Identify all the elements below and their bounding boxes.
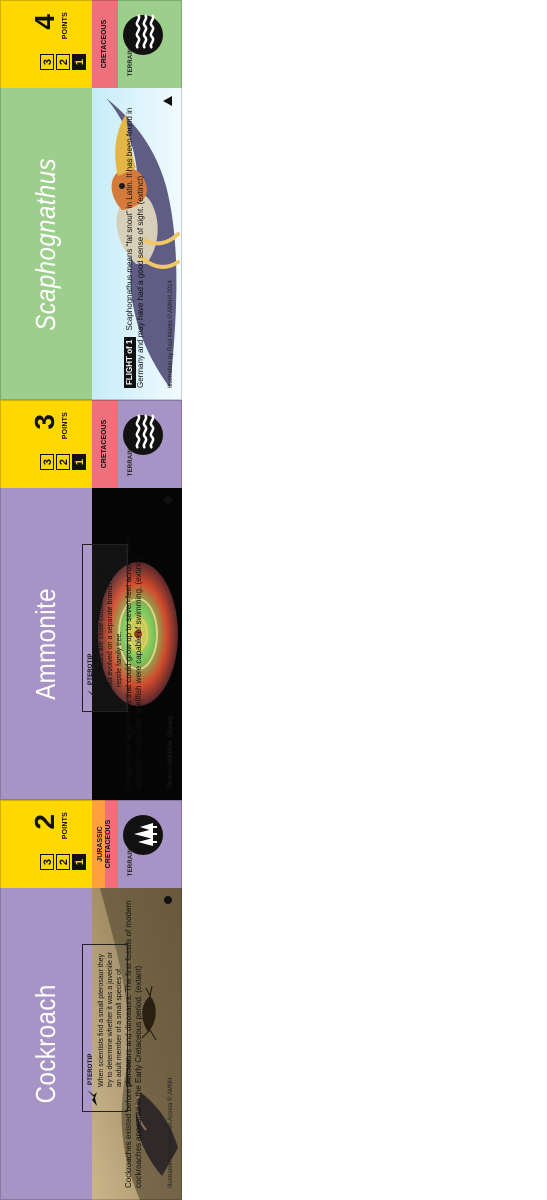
credit-line: Illustration by Raul Martin © AMNH 2014 [168, 280, 174, 388]
level-2: 2 [56, 54, 70, 70]
points-value: 2 [29, 814, 60, 830]
pterotip-text: Pterosaurs are close cousins of dinosaur… [98, 555, 123, 687]
pterotip-label: PTEROTIP [88, 1053, 94, 1085]
era-label-jurassic: JURASSIC [96, 826, 104, 862]
credit-line: Photo © AMNH/M. Shanley [168, 715, 174, 788]
card-title: Ammonite [30, 588, 61, 700]
credit-line: Illustration by Constantin Acosta © AMNH [168, 1077, 174, 1188]
level-indicator: 3 2 1 [40, 454, 88, 470]
dot-icon [164, 896, 172, 904]
card-cockroach[interactable]: Cockroach 3 2 1 2 POINTS JURASSIC CRETAC… [0, 800, 182, 1200]
card-title: Scaphognathus [30, 157, 61, 331]
level-2: 2 [56, 454, 70, 470]
pterosaur-icon [87, 1090, 97, 1106]
triangle-icon [163, 96, 172, 106]
water-terrain-icon [123, 14, 163, 55]
era-label: CRETACEOUS [100, 19, 108, 69]
era-label: CRETACEOUS [100, 419, 108, 469]
level-1: 1 [72, 454, 86, 470]
level-1: 1 [72, 54, 86, 70]
level-3: 3 [40, 854, 54, 870]
points-box: 3 2 1 3 POINTS [0, 400, 92, 488]
era-box: CRETACEOUS [92, 400, 118, 488]
title-band: Cockroach [0, 888, 92, 1200]
flight-tag: FLIGHT of 1 [124, 336, 136, 388]
pterotip-box: PTEROTIP Pterosaurs are close cousins of… [82, 544, 128, 712]
pterotip-text: When scientists find a small pterosaur t… [98, 951, 132, 1087]
card-sheet: Scaphognathus 3 2 1 4 POINTS CRETACEOUS … [0, 0, 547, 1200]
card-ammonite[interactable]: Ammonite 3 2 1 3 POINTS CRETACEOUS TERRA… [0, 400, 182, 800]
level-3: 3 [40, 54, 54, 70]
pterotip-box: PTEROTIP When scientists find a small pt… [82, 944, 132, 1112]
card-title: Cockroach [30, 984, 61, 1104]
forest-terrain-icon [123, 815, 163, 855]
pterotip-label: PTEROTIP [88, 653, 94, 685]
dot-icon [164, 496, 172, 504]
water-terrain-icon [123, 414, 163, 455]
era-box: JURASSIC CRETACEOUS [92, 800, 118, 888]
points-label: POINTS [62, 412, 69, 440]
points-label: POINTS [62, 12, 69, 40]
title-band: Ammonite [0, 488, 92, 800]
card-scaphognathus[interactable]: Scaphognathus 3 2 1 4 POINTS CRETACEOUS … [0, 0, 182, 400]
level-1: 1 [72, 854, 86, 870]
level-indicator: 3 2 1 [40, 54, 88, 70]
level-3: 3 [40, 454, 54, 470]
points-box: 3 2 1 4 POINTS [0, 0, 92, 88]
level-2: 2 [56, 854, 70, 870]
era-label-cretaceous: CRETACEOUS [105, 819, 112, 869]
pterosaur-icon [87, 690, 97, 706]
card-description: FLIGHT of 1 Scaphognathus means “fat sno… [124, 98, 146, 388]
points-label: POINTS [62, 812, 69, 840]
level-indicator: 3 2 1 [40, 854, 88, 870]
points-value: 3 [29, 414, 60, 430]
points-value: 4 [29, 14, 60, 30]
points-box: 3 2 1 2 POINTS [0, 800, 92, 888]
title-band: Scaphognathus [0, 88, 92, 400]
era-box: CRETACEOUS [92, 0, 118, 88]
